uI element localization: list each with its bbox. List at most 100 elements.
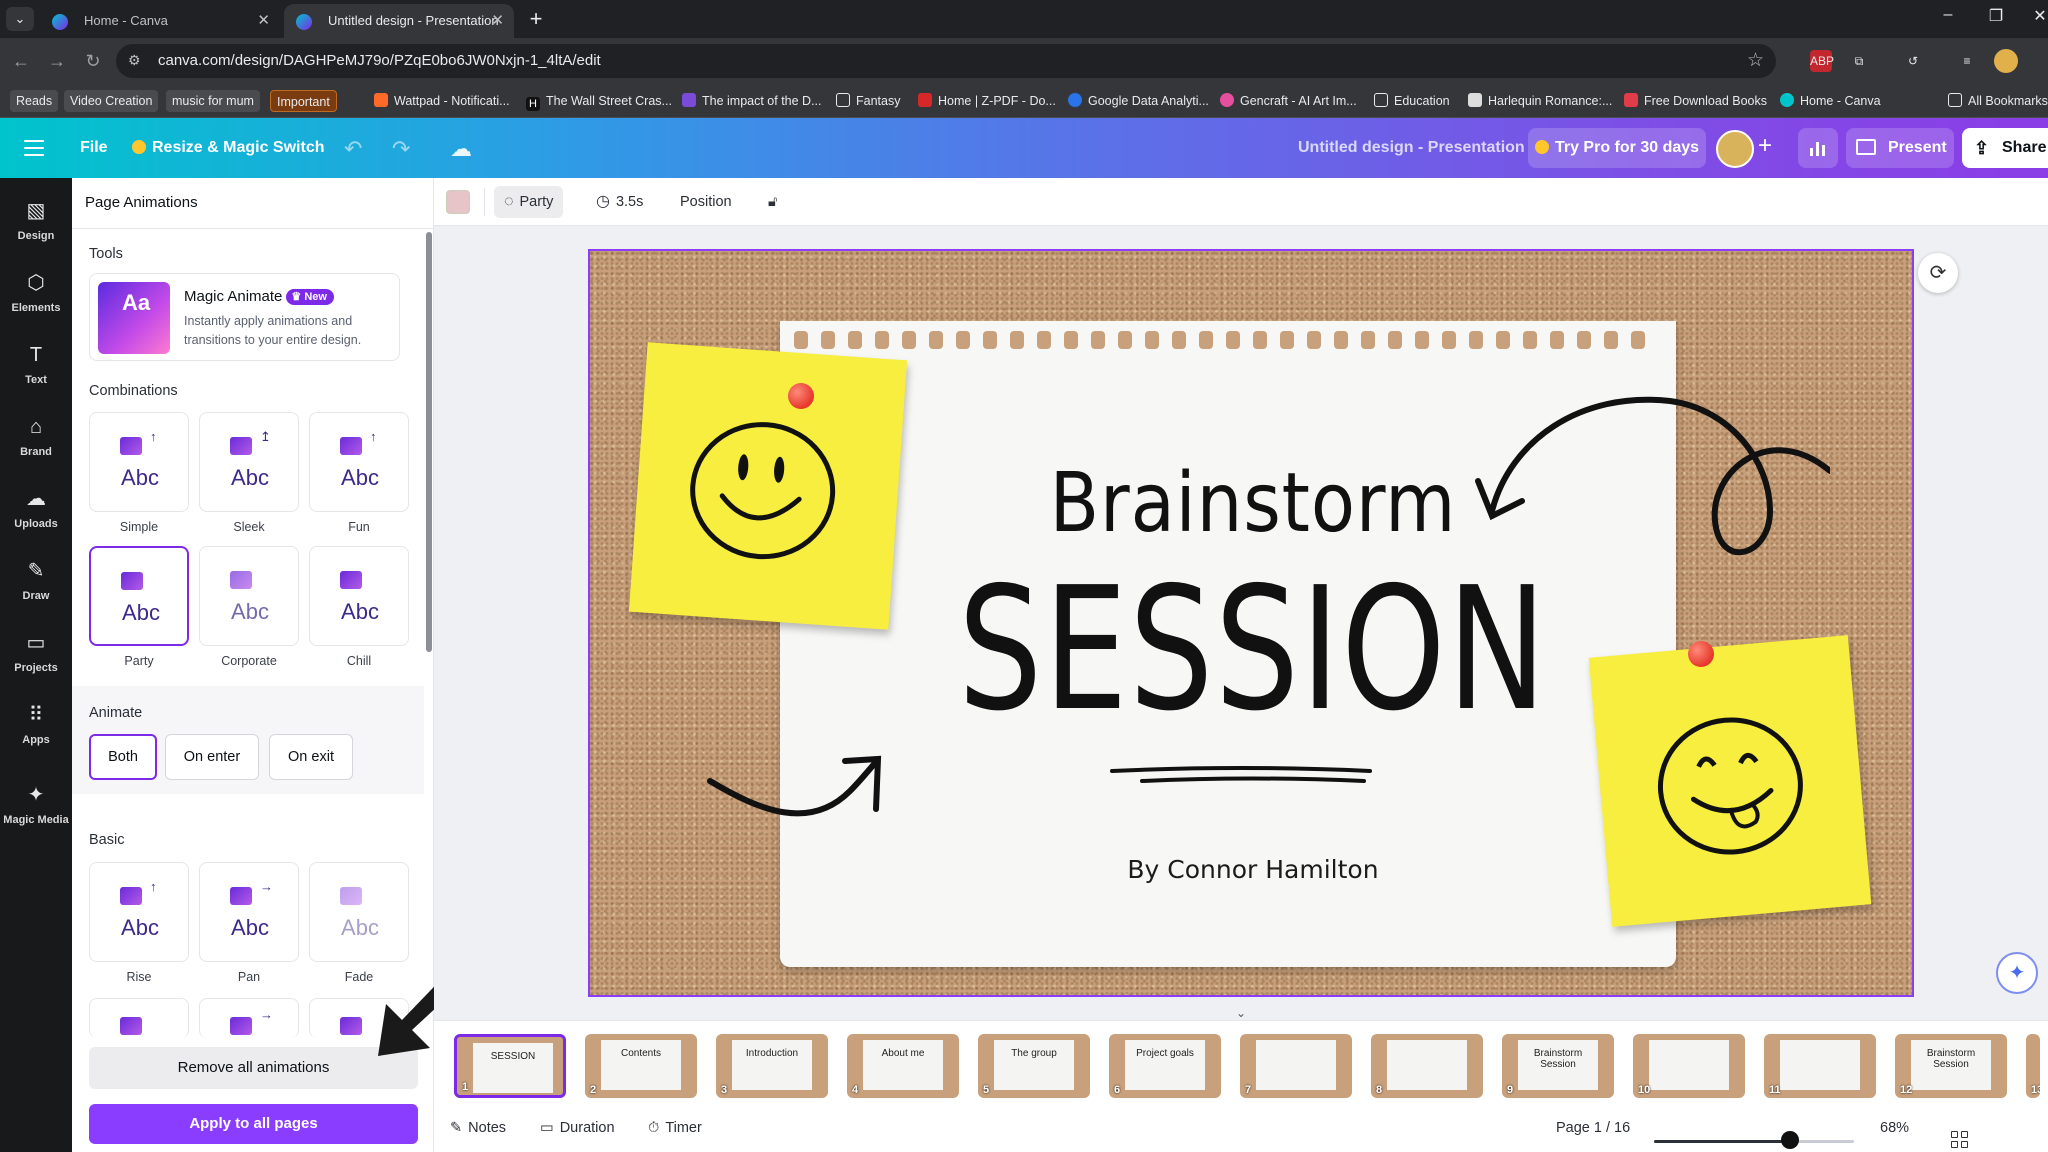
regenerate-icon[interactable]: ⟳: [1918, 253, 1958, 293]
zoom-percentage[interactable]: 68%: [1880, 1120, 1909, 1136]
panel-scrollbar[interactable]: [426, 232, 432, 652]
duration-footer-button[interactable]: ▭ Duration: [540, 1120, 615, 1136]
page-thumbnail[interactable]: 8: [1371, 1034, 1483, 1098]
rail-item-magic-media[interactable]: ✦ Magic Media: [0, 776, 72, 838]
background-color-swatch[interactable]: [446, 190, 470, 214]
file-menu-button[interactable]: File: [80, 118, 108, 178]
close-window-icon[interactable]: ✕: [2020, 6, 2048, 26]
magic-assistant-icon[interactable]: ✦: [1996, 952, 2038, 994]
grid-view-icon[interactable]: [1951, 1131, 1969, 1149]
bookmark-music-for-mum[interactable]: music for mum: [166, 90, 260, 112]
rail-item-draw[interactable]: ✎ Draw: [0, 552, 72, 614]
back-icon[interactable]: ←: [8, 48, 34, 74]
adblock-icon[interactable]: ABP: [1810, 50, 1834, 72]
bookmark-home-canva[interactable]: Home - Canva: [1780, 90, 1881, 112]
lock-icon[interactable]: 🔓︎: [758, 186, 787, 218]
page-thumbnail[interactable]: 11: [1764, 1034, 1876, 1098]
animation-tile-chill[interactable]: Abc: [309, 546, 409, 646]
rail-item-brand[interactable]: ⌂ Brand: [0, 408, 72, 470]
slide-title-session[interactable]: SESSION: [736, 551, 1770, 749]
animation-tile-fun[interactable]: Abc ↑: [309, 412, 409, 512]
page-thumbnail[interactable]: 13: [2026, 1034, 2040, 1098]
bookmark-google-data[interactable]: Google Data Analyti...: [1068, 90, 1209, 112]
bookmark-reads[interactable]: Reads: [10, 90, 59, 112]
cloud-save-icon[interactable]: ☁: [450, 136, 472, 162]
page-thumbnail[interactable]: About me 4: [847, 1034, 959, 1098]
bookmark-fantasy[interactable]: Fantasy: [836, 90, 900, 112]
zoom-slider-handle[interactable]: [1781, 1131, 1799, 1149]
media-control-icon[interactable]: ≡: [1956, 50, 1978, 72]
animate-on-exit-button[interactable]: On exit: [269, 734, 353, 780]
user-avatar[interactable]: [1716, 130, 1754, 168]
animation-tile-simple[interactable]: Abc ↑: [89, 412, 189, 512]
bookmark-video-creation[interactable]: Video Creation: [64, 90, 159, 112]
all-bookmarks[interactable]: All Bookmarks: [1948, 90, 2048, 112]
page-thumbnail[interactable]: Project goals 6: [1109, 1034, 1221, 1098]
page-thumbnail[interactable]: Contents 2: [585, 1034, 697, 1098]
restore-icon[interactable]: ❐: [1976, 6, 2016, 26]
bookmark-wall-street[interactable]: H The Wall Street Cras...: [526, 90, 672, 112]
animation-party-button[interactable]: ◌ Party: [494, 186, 564, 218]
chrome-profile-avatar[interactable]: [1994, 49, 2018, 73]
redo-icon[interactable]: ↷: [392, 136, 410, 162]
omnibox[interactable]: ⚙ canva.com/design/DAGHPeMJ79o/PZqE0bo6J…: [116, 44, 1776, 78]
share-button[interactable]: ⇪ Share: [1962, 128, 2048, 168]
page-thumbnail[interactable]: 10: [1633, 1034, 1745, 1098]
menu-hamburger-icon[interactable]: [24, 140, 44, 161]
apply-to-all-pages-button[interactable]: Apply to all pages: [89, 1104, 418, 1144]
bookmark-important[interactable]: Important: [270, 90, 337, 112]
page-thumbnail[interactable]: 7: [1240, 1034, 1352, 1098]
history-icon[interactable]: ↺: [1902, 50, 1924, 72]
bookmark-zpdf[interactable]: Home | Z-PDF - Do...: [918, 90, 1056, 112]
magic-animate-card[interactable]: Aa Magic Animate ♛ New Instantly apply an…: [89, 273, 400, 361]
close-tab-icon[interactable]: ✕: [257, 4, 270, 38]
bookmark-gencraft[interactable]: Gencraft - AI Art Im...: [1220, 90, 1357, 112]
slide-title-brainstorm[interactable]: Brainstorm: [670, 456, 1837, 551]
design-title[interactable]: Untitled design - Presentation: [1298, 118, 1525, 178]
url-text[interactable]: canva.com/design/DAGHPeMJ79o/PZqE0bo6JW0…: [158, 44, 601, 78]
rail-item-apps[interactable]: ⠿ Apps: [0, 696, 72, 758]
bookmark-star-icon[interactable]: ☆: [1747, 49, 1764, 72]
present-button[interactable]: Present: [1846, 128, 1954, 168]
insights-chart-icon[interactable]: [1798, 128, 1838, 168]
bookmark-education[interactable]: Education: [1374, 90, 1450, 112]
close-tab-icon[interactable]: ✕: [491, 4, 504, 38]
animation-tile-sleek[interactable]: Abc ↥: [199, 412, 299, 512]
slide-byline[interactable]: By Connor Hamilton: [590, 855, 1912, 884]
bookmark-wattpad[interactable]: Wattpad - Notificati...: [374, 90, 510, 112]
animation-tile-fade[interactable]: Abc: [309, 862, 409, 962]
site-info-icon[interactable]: ⚙: [128, 52, 141, 69]
position-button[interactable]: Position: [670, 186, 742, 218]
rail-item-elements[interactable]: ⬡ Elements: [0, 264, 72, 326]
chevron-down-icon[interactable]: ⌄: [1236, 1006, 1246, 1020]
rail-item-text[interactable]: T Text: [0, 336, 72, 398]
animation-tile-pan[interactable]: Abc →: [199, 862, 299, 962]
try-pro-button[interactable]: Try Pro for 30 days: [1528, 128, 1706, 168]
undo-icon[interactable]: ↶: [344, 136, 362, 162]
resize-magic-switch-button[interactable]: Resize & Magic Switch: [132, 118, 325, 178]
rail-item-uploads[interactable]: ☁ Uploads: [0, 480, 72, 542]
page-thumbnail[interactable]: Brainstorm Session 12: [1895, 1034, 2007, 1098]
page-indicator[interactable]: Page 1 / 16: [1556, 1120, 1630, 1136]
page-thumbnail[interactable]: Brainstorm Session 9: [1502, 1034, 1614, 1098]
bookmark-harlequin[interactable]: Harlequin Romance:...: [1468, 90, 1612, 112]
reload-icon[interactable]: ↻: [80, 48, 106, 74]
timer-button[interactable]: ⏱ Timer: [648, 1120, 702, 1136]
page-thumbnail[interactable]: The group 5: [978, 1034, 1090, 1098]
remove-all-animations-button[interactable]: Remove all animations: [89, 1047, 418, 1089]
browser-tab-untitled-design[interactable]: Untitled design - Presentation ✕: [284, 4, 514, 38]
animation-tile-partial[interactable]: →: [199, 998, 299, 1038]
rail-item-design[interactable]: ▧ Design: [0, 192, 72, 254]
page-thumbnail[interactable]: SESSION 1: [454, 1034, 566, 1098]
animation-tile-party[interactable]: Abc: [89, 546, 189, 646]
add-collaborator-icon[interactable]: +: [1758, 132, 1772, 160]
browser-tab-home-canva[interactable]: Home - Canva ✕: [40, 4, 280, 38]
animate-on-enter-button[interactable]: On enter: [165, 734, 259, 780]
animation-tile-corporate[interactable]: Abc: [199, 546, 299, 646]
rail-item-projects[interactable]: ▭ Projects: [0, 624, 72, 686]
forward-icon[interactable]: →: [44, 48, 70, 74]
minimize-icon[interactable]: –: [1928, 6, 1968, 24]
bookmark-impact[interactable]: The impact of the D...: [682, 90, 822, 112]
slide-canvas[interactable]: Brainstorm SESSION By Connor Hamilton: [588, 249, 1914, 997]
new-tab-button[interactable]: +: [522, 5, 550, 33]
